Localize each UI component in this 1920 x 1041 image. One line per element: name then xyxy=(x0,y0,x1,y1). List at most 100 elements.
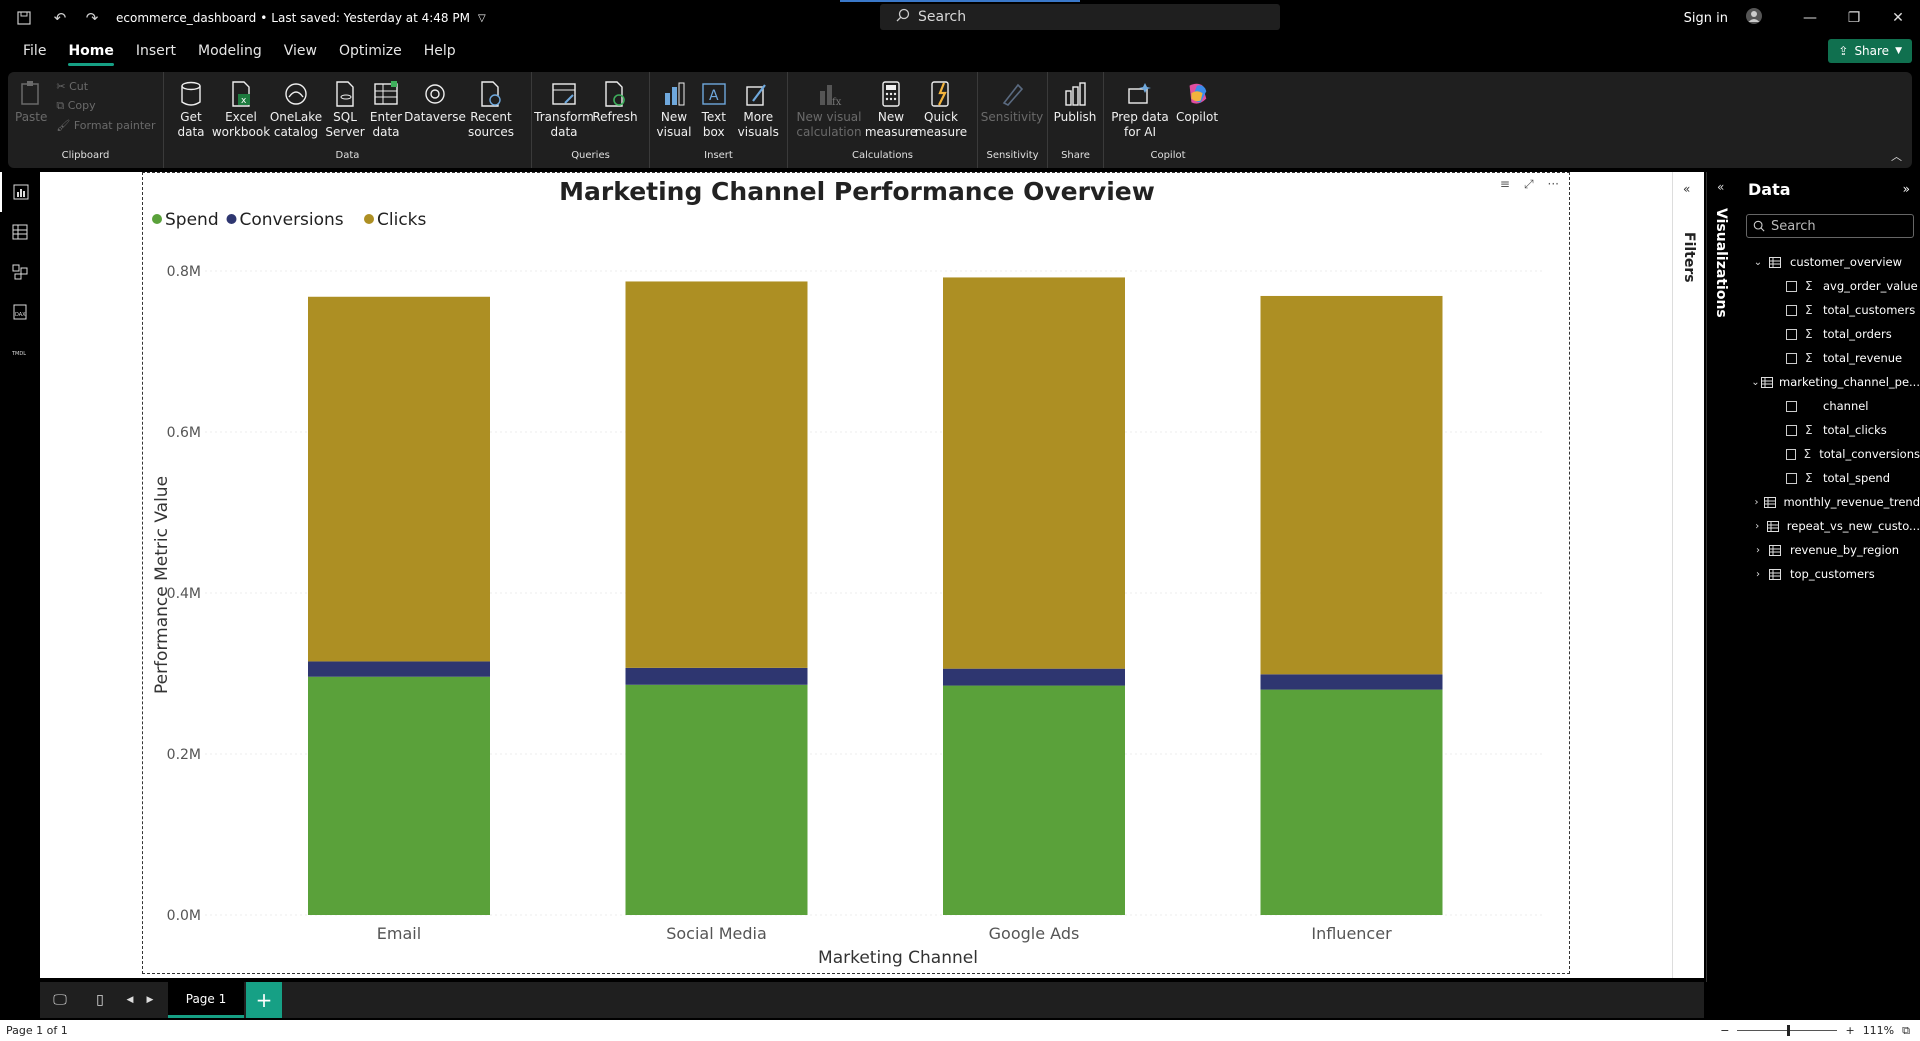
add-page-button[interactable]: + xyxy=(246,982,282,1018)
table-view-icon[interactable] xyxy=(0,212,40,252)
next-page-icon[interactable]: ▶ xyxy=(140,995,160,1005)
tmdl-view-icon[interactable]: TMDL xyxy=(0,332,40,372)
zoom-out-icon[interactable]: − xyxy=(1720,1024,1729,1037)
tab-view[interactable]: View xyxy=(273,36,328,68)
visualizations-pane-collapsed[interactable]: « Visualizations xyxy=(1706,172,1738,982)
account-icon[interactable] xyxy=(1740,7,1768,29)
data-field-channel[interactable]: channel xyxy=(1740,394,1920,418)
copilot-button[interactable]: Copilot xyxy=(1172,76,1222,125)
tab-optimize[interactable]: Optimize xyxy=(328,36,413,68)
sign-in-link[interactable]: Sign in xyxy=(1684,11,1728,26)
new-visual-button[interactable]: New visual xyxy=(654,76,694,140)
desktop-layout-icon[interactable]: 🖵 xyxy=(40,992,80,1008)
close-icon[interactable]: ✕ xyxy=(1876,10,1920,26)
filter-icon[interactable]: ≡ xyxy=(1500,177,1510,192)
tab-home[interactable]: Home xyxy=(57,36,124,68)
chevron-right-icon[interactable]: › xyxy=(1750,545,1766,556)
bar-spend-email[interactable] xyxy=(308,676,490,915)
enter-data-button[interactable]: Enter data xyxy=(366,76,406,140)
bar-conversions-influencer[interactable] xyxy=(1260,674,1443,690)
mobile-layout-icon[interactable]: ▯ xyxy=(80,992,120,1008)
field-checkbox[interactable] xyxy=(1786,352,1797,364)
data-table-revenue-by-region[interactable]: › revenue_by_region xyxy=(1740,538,1920,562)
format-painter-button[interactable]: 🖌 Format painter xyxy=(56,119,155,132)
bar-spend-google-ads[interactable] xyxy=(943,685,1125,915)
data-table-top-customers[interactable]: › top_customers xyxy=(1740,562,1920,586)
bar-conversions-email[interactable] xyxy=(308,661,490,677)
field-checkbox[interactable] xyxy=(1786,472,1797,484)
field-checkbox[interactable] xyxy=(1786,280,1797,292)
save-icon[interactable] xyxy=(12,6,36,30)
collapse-ribbon-icon[interactable]: ︿ xyxy=(1891,148,1902,164)
chevron-right-icon[interactable]: › xyxy=(1750,521,1764,532)
data-field-total-clicks[interactable]: Σtotal_clicks xyxy=(1740,418,1920,442)
dax-query-view-icon[interactable]: DAX xyxy=(0,292,40,332)
new-visual-calculation-button[interactable]: fx New visual calculation xyxy=(792,76,866,140)
bar-clicks-google-ads[interactable] xyxy=(943,277,1125,669)
data-table-customer-overview[interactable]: ⌄ customer_overview xyxy=(1740,250,1920,274)
filters-pane-collapsed[interactable]: « Filters xyxy=(1672,172,1704,978)
bar-conversions-google-ads[interactable] xyxy=(943,668,1125,686)
chevron-left-icon[interactable]: « xyxy=(1683,182,1690,196)
tab-file[interactable]: File xyxy=(12,36,57,68)
legend-label-conversions[interactable]: Conversions xyxy=(240,210,344,230)
legend-label-spend[interactable]: Spend xyxy=(165,210,219,230)
bar-clicks-influencer[interactable] xyxy=(1260,295,1443,675)
search-box[interactable]: Search xyxy=(880,4,1280,30)
legend-label-clicks[interactable]: Clicks xyxy=(377,210,427,230)
bar-spend-influencer[interactable] xyxy=(1260,689,1443,915)
bar-clicks-social-media[interactable] xyxy=(625,281,808,668)
new-measure-button[interactable]: New measure xyxy=(865,76,917,140)
quick-measure-button[interactable]: Quick measure xyxy=(915,76,967,140)
legend-marker-clicks[interactable] xyxy=(364,214,374,224)
chevron-right-icon[interactable]: » xyxy=(1903,182,1910,196)
chevron-down-icon[interactable]: ⌄ xyxy=(1750,377,1761,388)
recent-sources-button[interactable]: Recent sources xyxy=(464,76,518,140)
more-options-icon[interactable]: ··· xyxy=(1548,177,1559,192)
field-checkbox[interactable] xyxy=(1786,400,1797,412)
data-field-total-conversions[interactable]: Σtotal_conversions xyxy=(1740,442,1920,466)
data-table-repeat-vs-new-custo[interactable]: › repeat_vs_new_custo... xyxy=(1740,514,1920,538)
fit-to-page-icon[interactable]: ⧉ xyxy=(1902,1024,1910,1038)
chevron-right-icon[interactable]: › xyxy=(1750,497,1763,508)
minimize-icon[interactable]: — xyxy=(1788,10,1832,26)
dataverse-button[interactable]: Dataverse xyxy=(404,76,466,125)
field-checkbox[interactable] xyxy=(1786,448,1796,460)
cut-button[interactable]: ✂ Cut xyxy=(56,80,155,93)
data-field-avg-order-value[interactable]: Σavg_order_value xyxy=(1740,274,1920,298)
excel-workbook-button[interactable]: x Excel workbook xyxy=(212,76,270,140)
focus-mode-icon[interactable]: ⤢ xyxy=(1524,177,1534,192)
model-view-icon[interactable] xyxy=(0,252,40,292)
legend-marker-conversions[interactable] xyxy=(226,214,237,224)
legend-marker-spend[interactable] xyxy=(152,214,162,224)
chevron-down-icon[interactable]: ▽ xyxy=(478,13,486,24)
chevron-right-icon[interactable]: › xyxy=(1750,569,1766,580)
tab-modeling[interactable]: Modeling xyxy=(187,36,273,68)
tab-help[interactable]: Help xyxy=(413,36,467,68)
page-tab-1[interactable]: Page 1 xyxy=(168,982,244,1018)
zoom-thumb[interactable] xyxy=(1787,1025,1791,1036)
zoom-in-icon[interactable]: + xyxy=(1845,1024,1854,1037)
field-checkbox[interactable] xyxy=(1786,304,1797,316)
more-visuals-button[interactable]: More visuals xyxy=(734,76,783,140)
get-data-button[interactable]: Get data xyxy=(168,76,214,140)
stacked-bar-chart-visual[interactable]: Marketing Channel Performance Overview S… xyxy=(142,172,1570,974)
onelake-catalog-button[interactable]: OneLake catalog xyxy=(268,76,324,140)
bar-conversions-social-media[interactable] xyxy=(625,667,808,685)
redo-icon[interactable]: ↷ xyxy=(80,6,104,30)
field-checkbox[interactable] xyxy=(1786,424,1797,436)
sql-server-button[interactable]: SQL Server xyxy=(324,76,366,140)
chevron-left-icon[interactable]: « xyxy=(1717,180,1724,194)
copy-button[interactable]: ⧉ Copy xyxy=(56,99,155,113)
field-checkbox[interactable] xyxy=(1786,328,1797,340)
data-table-marketing-channel-pe[interactable]: ⌄ marketing_channel_pe... xyxy=(1740,370,1920,394)
bar-clicks-email[interactable] xyxy=(308,296,490,662)
paste-button[interactable]: Paste xyxy=(12,76,50,125)
previous-page-icon[interactable]: ◀ xyxy=(120,995,140,1005)
text-box-button[interactable]: A Text box xyxy=(694,76,734,140)
data-field-total-revenue[interactable]: Σtotal_revenue xyxy=(1740,346,1920,370)
undo-icon[interactable]: ↶ xyxy=(48,6,72,30)
refresh-button[interactable]: Refresh xyxy=(592,76,638,125)
data-search-input[interactable]: Search xyxy=(1746,214,1914,238)
data-field-total-spend[interactable]: Σtotal_spend xyxy=(1740,466,1920,490)
